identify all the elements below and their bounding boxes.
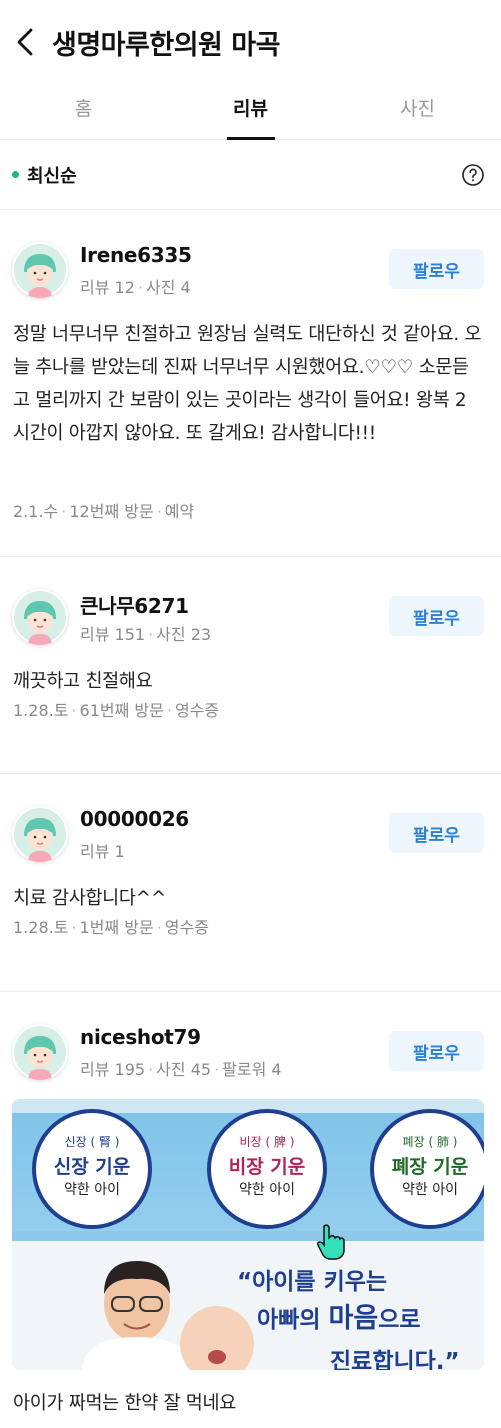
photo-count: 사진 4	[145, 278, 191, 297]
poster-circle-2-top: 비장 ( 脾 )	[240, 1134, 295, 1149]
avatar[interactable]	[12, 242, 68, 298]
reviewer-stats: 리뷰 1	[80, 838, 125, 862]
user-avatar-icon	[14, 808, 66, 862]
review-count: 리뷰 151	[80, 625, 146, 644]
sort-dot-icon	[12, 171, 19, 178]
sort-selector[interactable]: 최신순	[12, 162, 77, 188]
poster-quote-line-3: 진료합니다.”	[330, 1349, 460, 1370]
follow-button[interactable]: 팔로우	[389, 1031, 484, 1071]
back-button[interactable]	[10, 22, 40, 62]
user-avatar-icon	[14, 591, 66, 645]
sort-bar: 최신순	[0, 140, 501, 210]
review-footer: 2.1.수 · 12번째 방문 · 예약	[13, 502, 195, 521]
user-avatar-icon	[14, 244, 66, 298]
reviewer-name[interactable]: niceshot79	[80, 1025, 201, 1049]
clinic-poster-image: 신장 ( 腎 ) 신장 기운 약한 아이 비장 ( 脾 ) 비장 기운 약한 아…	[12, 1099, 484, 1370]
visit-date: 2.1.수	[13, 502, 59, 521]
follow-button[interactable]: 팔로우	[389, 596, 484, 636]
avatar[interactable]	[12, 589, 68, 645]
poster-circle-1-main: 신장 기운	[54, 1156, 131, 1178]
review-text[interactable]: 치료 감사합니다^^	[13, 882, 483, 915]
avatar[interactable]	[12, 1024, 68, 1080]
reviewer-name[interactable]: 큰나무6271	[80, 590, 189, 619]
reviewer-name[interactable]: Irene6335	[80, 243, 192, 267]
chevron-left-icon	[17, 28, 33, 56]
review-count: 리뷰 1	[80, 842, 125, 861]
review-item: 00000026 리뷰 1 팔로우 치료 감사합니다^^ 1.28.토 · 1번째 …	[0, 774, 501, 992]
poster-circle-1-sub: 약한 아이	[64, 1182, 120, 1198]
poster-circle-3-sub: 약한 아이	[402, 1182, 458, 1198]
verification-type: 영수증	[174, 701, 220, 720]
review-text[interactable]: 깨끗하고 친절해요	[13, 665, 483, 698]
photo-count: 사진 45	[156, 1060, 212, 1079]
poster-quote-line-2: 아빠의 마음으로	[257, 1303, 421, 1334]
review-footer: 1.28.토 · 61번째 방문 · 영수증	[13, 701, 220, 720]
poster-circle-1-top: 신장 ( 腎 )	[65, 1135, 120, 1149]
visit-count: 61번째 방문	[79, 701, 164, 720]
review-count: 리뷰 195	[80, 1060, 146, 1079]
follow-button[interactable]: 팔로우	[389, 249, 484, 289]
avatar[interactable]	[12, 806, 68, 862]
review-footer: 1.28.토 · 1번째 방문 · 영수증	[13, 918, 209, 937]
verification-type: 예약	[164, 502, 195, 521]
review-item: 큰나무6271 리뷰 151 · 사진 23 팔로우 깨끗하고 친절해요 1.28.…	[0, 557, 501, 774]
review-count: 리뷰 12	[80, 278, 135, 297]
follower-count: 팔로워 4	[222, 1060, 282, 1079]
poster-circle-3-top: 폐장 ( 肺 )	[403, 1135, 458, 1149]
tab-photos[interactable]: 사진	[334, 84, 501, 139]
header: 생명마루한의원 마곡	[0, 0, 501, 84]
follow-button[interactable]: 팔로우	[389, 813, 484, 853]
visit-count: 1번째 방문	[79, 918, 154, 937]
reviewer-name[interactable]: 00000026	[80, 807, 189, 831]
visit-count: 12번째 방문	[69, 502, 154, 521]
tab-home[interactable]: 홈	[0, 84, 167, 139]
visit-date: 1.28.토	[13, 918, 69, 937]
help-icon[interactable]	[461, 163, 485, 187]
review-photo[interactable]: 신장 ( 腎 ) 신장 기운 약한 아이 비장 ( 脾 ) 비장 기운 약한 아…	[12, 1099, 484, 1370]
poster-circle-2-main: 비장 기운	[229, 1156, 306, 1178]
reviewer-stats: 리뷰 12 · 사진 4	[80, 278, 191, 297]
page-title: 생명마루한의원 마곡	[52, 29, 280, 61]
review-text[interactable]: 아이가 짜먹는 한약 잘 먹네요	[13, 1387, 483, 1420]
user-avatar-icon	[14, 1026, 66, 1080]
tab-reviews[interactable]: 리뷰	[167, 84, 334, 139]
visit-date: 1.28.토	[13, 701, 69, 720]
sort-label: 최신순	[27, 165, 77, 187]
review-item: Irene6335 리뷰 12 · 사진 4 팔로우 정말 너무너무 친절하고 원장…	[0, 210, 501, 557]
reviewer-stats: 리뷰 151 · 사진 23	[80, 625, 212, 644]
photo-count: 사진 23	[156, 625, 212, 644]
poster-circle-3-main: 폐장 기운	[392, 1156, 469, 1178]
poster-circle-2-sub: 약한 아이	[239, 1182, 295, 1198]
reviewer-stats: 리뷰 195 · 사진 45 · 팔로워 4	[80, 1060, 282, 1079]
tab-bar: 홈 리뷰 사진	[0, 84, 501, 140]
verification-type: 영수증	[164, 918, 209, 937]
review-item: niceshot79 리뷰 195 · 사진 45 · 팔로워 4 팔로우 신장 ( 腎…	[0, 992, 501, 1428]
review-text[interactable]: 정말 너무너무 친절하고 원장님 실력도 대단하신 것 같아요. 오늘 추나를 …	[13, 318, 483, 450]
poster-quote-line-1: “아이를 키우는	[237, 1269, 387, 1295]
